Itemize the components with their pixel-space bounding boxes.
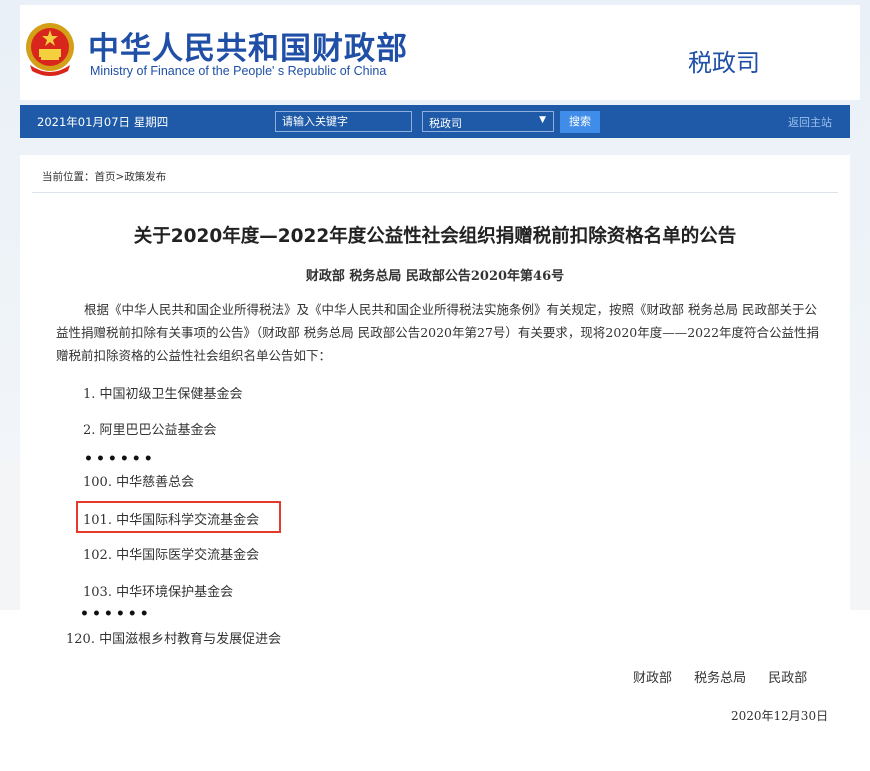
list-item: 103. 中华环境保护基金会 [83,585,234,600]
signing-authorities: 财政部 税务总局 民政部 [633,671,808,686]
list-item: 102. 中华国际医学交流基金会 [83,548,260,563]
ellipsis-dots: •••••• [80,606,152,622]
highlight-box [76,501,281,533]
chevron-down-icon: ▼ [539,115,546,125]
document-title: 关于2020年度—2022年度公益性社会组织捐赠税前扣除资格名单的公告 [133,226,737,247]
list-item: 2. 阿里巴巴公益基金会 [83,423,217,438]
search-button[interactable]: 搜索 [560,111,600,133]
breadcrumb-current[interactable]: 政策发布 [124,171,166,183]
department-select-value: 税政司 [429,117,462,130]
signing-date: 2020年12月30日 [731,709,829,723]
breadcrumb-separator: > [115,171,125,183]
national-emblem-icon [26,23,74,76]
list-item: 120. 中国滋根乡村教育与发展促进会 [66,632,282,647]
top-toolbar: 2021年01月07日 星期四 税政司 ▼ 搜索 返回主站 [20,105,850,138]
current-date: 2021年01月07日 星期四 [37,115,169,129]
breadcrumb: 当前位置：首页>政策发布 [42,169,166,184]
breadcrumb-divider [32,192,838,193]
list-item: 1. 中国初级卫生保健基金会 [83,387,243,402]
ellipsis-dots: •••••• [84,451,156,467]
ministry-title: 中华人民共和国财政部 [88,31,408,67]
ministry-english-title: Ministry of Finance of the People' s Rep… [90,64,387,78]
site-header: 中华人民共和国财政部 Ministry of Finance of the Pe… [20,5,860,100]
breadcrumb-prefix: 当前位置： [42,171,95,183]
search-input[interactable] [275,111,412,132]
return-home-link[interactable]: 返回主站 [788,114,832,130]
breadcrumb-home-link[interactable]: 首页 [95,171,116,183]
department-select[interactable]: 税政司 ▼ [422,111,554,132]
department-name: 税政司 [688,49,760,77]
document-number: 财政部 税务总局 民政部公告2020年第46号 [305,269,565,284]
list-item: 100. 中华慈善总会 [83,475,195,490]
document-paragraph: 根据《中华人民共和国企业所得税法》及《中华人民共和国企业所得税法实施条例》有关规… [56,302,820,363]
